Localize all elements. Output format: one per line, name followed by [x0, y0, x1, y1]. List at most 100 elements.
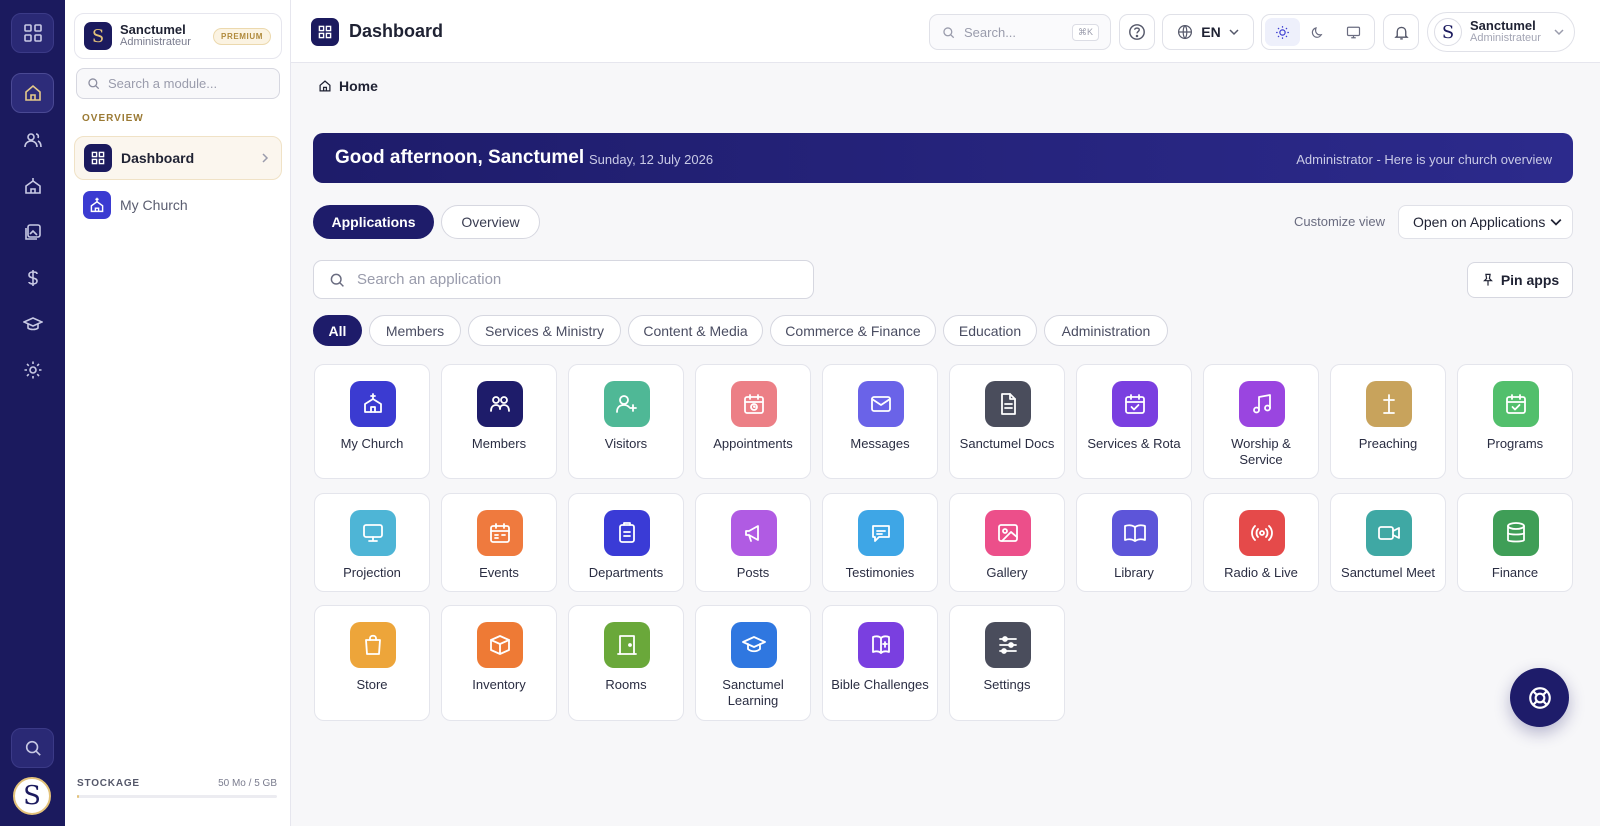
app-card-label: Departments — [588, 565, 664, 580]
app-card-projection[interactable]: Projection — [314, 493, 430, 592]
filter-services-ministry[interactable]: Services & Ministry — [468, 315, 621, 346]
users-icon[interactable] — [11, 120, 54, 160]
theme-switcher — [1261, 14, 1375, 50]
sidebar-item-my-church[interactable]: My Church — [74, 183, 282, 227]
graduation-cap-icon[interactable] — [11, 304, 54, 344]
app-card-finance[interactable]: Finance — [1457, 493, 1573, 592]
monitor-icon — [350, 510, 396, 556]
app-search-input[interactable]: Search an application — [313, 260, 814, 299]
sidebar-item-dashboard[interactable]: Dashboard — [74, 136, 282, 180]
chat-icon — [858, 510, 904, 556]
app-card-members[interactable]: Members — [441, 364, 557, 479]
filter-all[interactable]: All — [313, 315, 362, 346]
customize-view-select[interactable]: Open on Applications — [1398, 205, 1573, 239]
chevron-down-icon — [1229, 29, 1239, 36]
app-card-label: Events — [479, 565, 519, 580]
org-switcher[interactable]: S Sanctumel Administrateur PREMIUM — [74, 13, 282, 59]
user-plus-icon — [604, 381, 650, 427]
home-icon — [319, 80, 331, 92]
app-card-my-church[interactable]: My Church — [314, 364, 430, 479]
user-menu[interactable]: S Sanctumel Administrateur — [1427, 12, 1575, 52]
global-search-placeholder: Search... — [964, 24, 1017, 40]
app-card-label: Gallery — [986, 565, 1028, 580]
filter-content-media[interactable]: Content & Media — [628, 315, 763, 346]
dollar-icon[interactable] — [11, 258, 54, 298]
storage-bar — [77, 795, 277, 798]
app-card-rooms[interactable]: Rooms — [568, 605, 684, 721]
app-card-settings[interactable]: Settings — [949, 605, 1065, 721]
left-rail: S — [0, 0, 65, 826]
storage-value: 50 Mo / 5 GB — [218, 778, 277, 789]
app-card-gallery[interactable]: Gallery — [949, 493, 1065, 592]
video-icon — [1366, 510, 1412, 556]
app-card-store[interactable]: Store — [314, 605, 430, 721]
filter-administration[interactable]: Administration — [1044, 315, 1168, 346]
tab-applications[interactable]: Applications — [313, 205, 434, 239]
filter-education[interactable]: Education — [943, 315, 1037, 346]
monitor-icon[interactable] — [1336, 18, 1371, 46]
sun-icon[interactable] — [1265, 18, 1301, 46]
document-icon — [985, 381, 1031, 427]
app-card-label: Visitors — [604, 436, 648, 451]
app-card-radio-live[interactable]: Radio & Live — [1203, 493, 1319, 592]
app-card-appointments[interactable]: Appointments — [695, 364, 811, 479]
search-icon — [943, 26, 955, 38]
app-card-label: Inventory — [472, 677, 526, 692]
page-title: Dashboard — [349, 21, 444, 41]
welcome-banner: Good afternoon, Sanctumel Sunday, 12 Jul… — [313, 133, 1573, 183]
megaphone-icon — [731, 510, 777, 556]
search-icon[interactable] — [11, 728, 54, 768]
lifebuoy-icon — [1528, 686, 1551, 709]
avatar[interactable]: S — [13, 777, 51, 815]
calendar-check-icon — [1493, 381, 1539, 427]
moon-icon[interactable] — [1300, 18, 1335, 46]
storage-bar-fill — [77, 795, 79, 798]
home-icon[interactable] — [11, 73, 54, 113]
sidebar-item-label: Dashboard — [121, 150, 195, 166]
app-card-programs[interactable]: Programs — [1457, 364, 1573, 479]
app-card-sanctumel-meet[interactable]: Sanctumel Meet — [1330, 493, 1446, 592]
pin-apps-button[interactable]: Pin apps — [1467, 262, 1573, 298]
graduation-cap-icon — [731, 622, 777, 668]
notifications-button[interactable] — [1383, 14, 1419, 50]
app-card-posts[interactable]: Posts — [695, 493, 811, 592]
app-card-events[interactable]: Events — [441, 493, 557, 592]
app-card-services-rota[interactable]: Services & Rota — [1076, 364, 1192, 479]
app-card-label: Projection — [343, 565, 401, 580]
tab-overview[interactable]: Overview — [441, 205, 540, 239]
support-button[interactable] — [1510, 668, 1569, 727]
app-card-worship-service[interactable]: Worship & Service — [1203, 364, 1319, 479]
filter-members[interactable]: Members — [369, 315, 461, 346]
apps-grid-icon[interactable] — [11, 13, 54, 53]
help-button[interactable] — [1119, 14, 1155, 50]
app-card-sanctumel-learning[interactable]: Sanctumel Learning — [695, 605, 811, 721]
language-select[interactable]: EN — [1162, 14, 1254, 50]
app-card-inventory[interactable]: Inventory — [441, 605, 557, 721]
church-icon[interactable] — [11, 166, 54, 206]
app-card-label: Worship & Service — [1231, 436, 1291, 467]
chevron-down-icon — [1554, 29, 1564, 36]
app-card-testimonies[interactable]: Testimonies — [822, 493, 938, 592]
breadcrumb[interactable]: Home — [318, 78, 378, 94]
app-card-sanctumel-docs[interactable]: Sanctumel Docs — [949, 364, 1065, 479]
calendar-check-icon — [1112, 381, 1158, 427]
app-card-departments[interactable]: Departments — [568, 493, 684, 592]
app-card-library[interactable]: Library — [1076, 493, 1192, 592]
app-card-label: Store — [356, 677, 388, 692]
global-search-input[interactable]: Search... ⌘K — [929, 14, 1111, 50]
app-card-label: Services & Rota — [1087, 436, 1181, 451]
module-search-input[interactable]: Search a module... — [76, 68, 280, 99]
app-card-visitors[interactable]: Visitors — [568, 364, 684, 479]
shopping-bag-icon — [350, 622, 396, 668]
app-card-label: My Church — [340, 436, 404, 451]
app-card-preaching[interactable]: Preaching — [1330, 364, 1446, 479]
chevron-down-icon — [1550, 219, 1562, 226]
filter-commerce-finance[interactable]: Commerce & Finance — [770, 315, 936, 346]
app-card-bible-challenges[interactable]: Bible Challenges — [822, 605, 938, 721]
search-icon — [88, 78, 100, 90]
calendar-icon — [477, 510, 523, 556]
gear-icon[interactable] — [11, 350, 54, 390]
globe-icon — [1178, 25, 1193, 40]
app-card-messages[interactable]: Messages — [822, 364, 938, 479]
media-icon[interactable] — [11, 212, 54, 252]
